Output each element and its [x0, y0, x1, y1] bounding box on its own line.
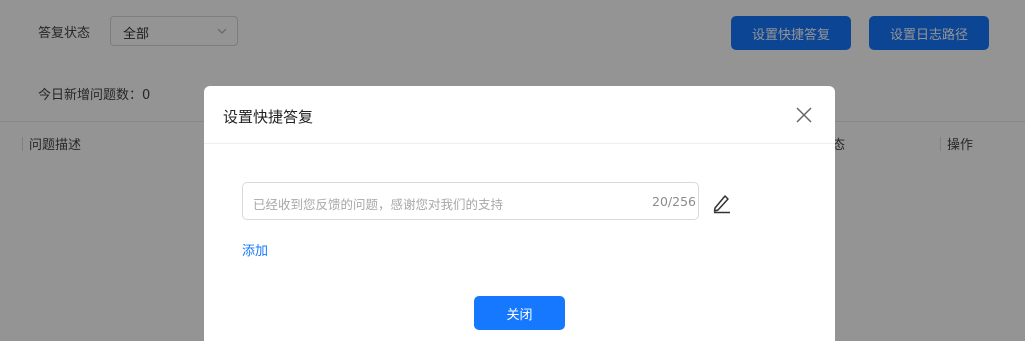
close-button[interactable]: 关闭	[474, 296, 565, 330]
dialog-divider	[204, 143, 835, 144]
quick-reply-input[interactable]: 已经收到您反馈的问题，感谢您对我们的支持 20/256	[242, 182, 699, 220]
quick-reply-dialog: 设置快捷答复 已经收到您反馈的问题，感谢您对我们的支持 20/256 添加 关闭	[204, 86, 835, 356]
page: 答复状态 全部 设置快捷答复 设置日志路径 今日新增问题数：0 问题描述 态 操…	[0, 0, 1025, 356]
dialog-title: 设置快捷答复	[223, 108, 314, 126]
pencil-icon[interactable]	[711, 192, 733, 214]
quick-reply-placeholder: 已经收到您反馈的问题，感谢您对我们的支持	[253, 197, 504, 212]
add-reply-link[interactable]: 添加	[242, 240, 268, 259]
character-counter: 20/256	[652, 194, 696, 209]
close-icon[interactable]	[795, 106, 813, 124]
